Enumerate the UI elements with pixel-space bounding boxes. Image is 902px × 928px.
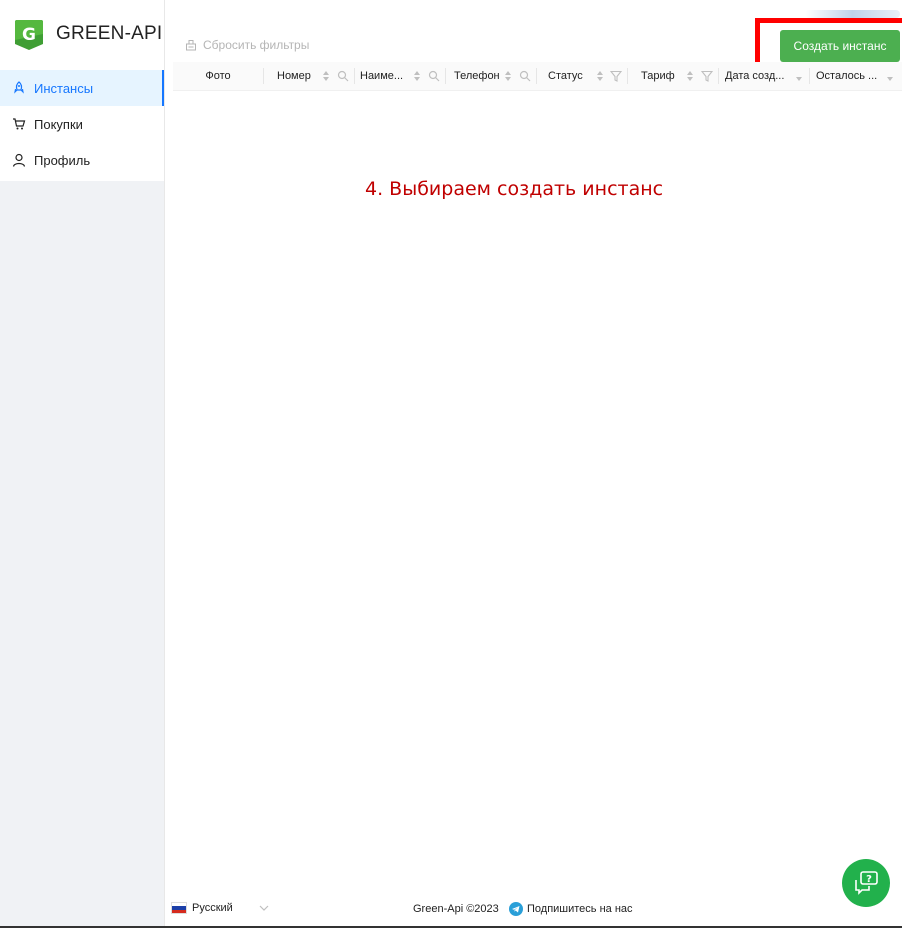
filter-icon[interactable] [610,70,622,82]
sidebar-item-label: Профиль [34,152,91,168]
column-name[interactable]: Наиме... [360,62,410,90]
column-tariff[interactable]: Тариф [641,62,681,90]
column-number[interactable]: Номер [277,62,327,90]
subscribe-label: Подпишитесь на нас [527,903,633,915]
sort-icon[interactable] [504,70,512,82]
column-status[interactable]: Статус [548,62,593,90]
brand-name: GREEN-API [56,23,163,44]
reset-filters-label: Сбросить фильтры [203,38,310,52]
sidebar: G GREEN-API Инстансы Покупки Профиль [0,0,165,928]
sidebar-item-label: Инстансы [34,80,94,96]
column-divider [445,68,446,84]
column-label: Фото [205,70,231,82]
search-icon[interactable] [428,70,440,82]
column-phone[interactable]: Телефон [454,62,504,90]
column-label: Статус [548,70,583,82]
sort-icon[interactable] [686,70,694,82]
search-icon[interactable] [337,70,349,82]
logo-area: G GREEN-API [0,0,164,70]
column-label: Осталось ... [816,70,878,82]
column-label: Телефон [454,70,500,82]
language-label: Русский [192,902,233,914]
column-divider [809,68,810,84]
tutorial-annotation: 4. Выбираем создать инстанс [365,178,664,200]
sort-icon[interactable] [596,70,604,82]
column-divider [718,68,719,84]
svg-text:G: G [22,25,36,45]
column-created-date[interactable]: Дата созд... [725,62,787,90]
svg-text:?: ? [866,874,872,885]
sort-icon[interactable] [886,70,894,82]
highlight-box [755,18,902,68]
column-label: Дата созд... [725,70,785,82]
chevron-down-icon [259,905,269,911]
reset-filters-button[interactable]: Сбросить фильтры [185,38,309,52]
column-divider [354,68,355,84]
rocket-icon [14,81,24,94]
sidebar-menu: Инстансы Покупки Профиль [0,70,164,181]
table-header: Фото Номер Наиме... Телефон Статус Тариф… [173,62,902,91]
russia-flag-icon [171,902,187,914]
chat-help-icon: ? [855,871,878,895]
menu-divider [0,178,164,181]
column-divider [627,68,628,84]
sort-icon[interactable] [795,70,803,82]
search-icon[interactable] [519,70,531,82]
column-label: Наиме... [360,70,404,82]
column-label: Номер [277,70,311,82]
language-selector[interactable]: Русский [171,902,269,914]
column-divider [536,68,537,84]
sidebar-item-purchases[interactable]: Покупки [0,106,164,142]
sidebar-item-profile[interactable]: Профиль [0,142,164,178]
user-icon [12,153,26,167]
column-remaining[interactable]: Осталось ... [816,62,878,90]
clear-filter-icon [186,40,196,51]
sort-icon[interactable] [322,70,330,82]
sidebar-item-instances[interactable]: Инстансы [0,70,164,106]
green-api-logo-icon[interactable]: G [14,18,44,52]
column-divider [263,68,264,84]
support-chat-button[interactable]: ? [842,859,890,907]
top-decoration [805,10,900,18]
telegram-icon [509,902,523,916]
sort-icon[interactable] [413,70,421,82]
cart-icon [13,118,26,130]
filter-icon[interactable] [701,70,713,82]
column-photo: Фото [173,62,263,90]
main-content: Сбросить фильтры Создать инстанс Фото Но… [165,0,902,928]
column-label: Тариф [641,70,675,82]
copyright: Green-Api ©2023 [413,903,499,915]
subscribe-link[interactable]: Подпишитесь на нас [509,902,633,916]
sidebar-item-label: Покупки [34,116,83,132]
